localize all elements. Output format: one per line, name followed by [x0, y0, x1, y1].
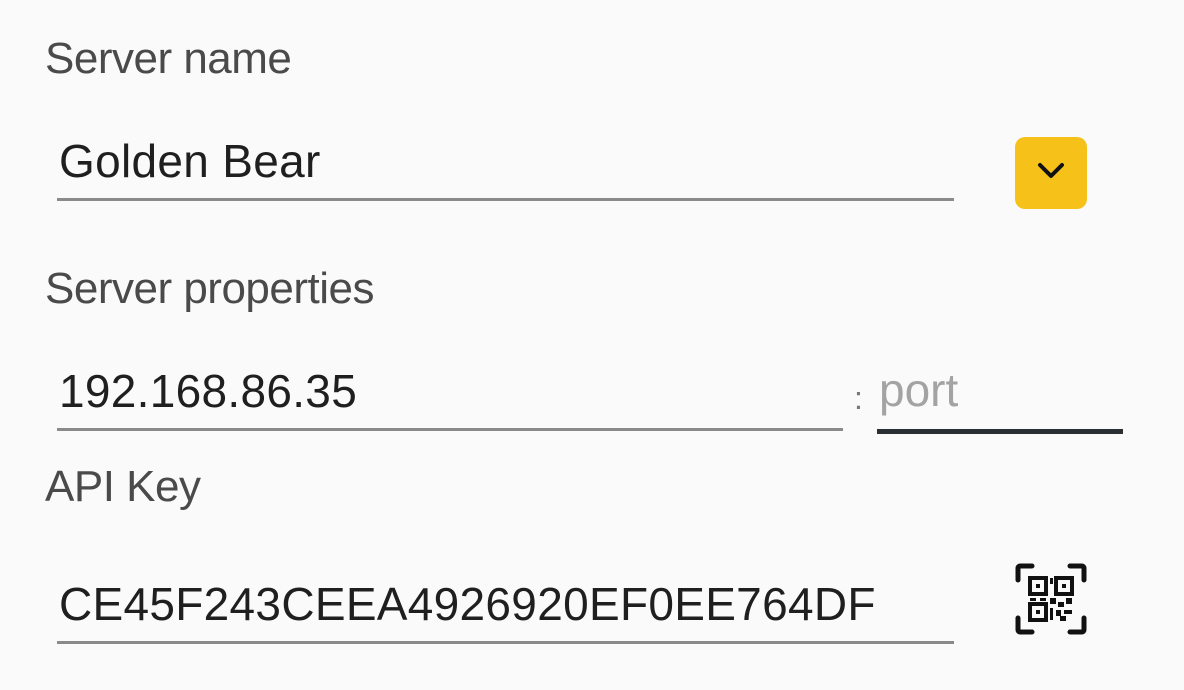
api-key-label: API Key	[45, 462, 201, 511]
api-key-field[interactable]: CE45F243CEEA4926920EF0EE764DF	[57, 560, 954, 644]
scan-qr-button[interactable]	[1012, 562, 1090, 640]
server-settings-form: Server name Golden Bear Server propertie…	[0, 0, 1184, 690]
port-field[interactable]: port	[877, 350, 1123, 434]
host-field[interactable]: 192.168.86.35	[57, 350, 843, 431]
api-key-value: CE45F243CEEA4926920EF0EE764DF	[59, 578, 876, 630]
server-name-label: Server name	[45, 34, 292, 83]
port-placeholder: port	[879, 364, 959, 416]
host-value: 192.168.86.35	[59, 365, 358, 417]
server-properties-label: Server properties	[45, 264, 374, 313]
chevron-down-icon	[1036, 161, 1066, 186]
server-dropdown-button[interactable]	[1015, 137, 1087, 209]
port-separator: :	[854, 380, 863, 416]
server-name-value: Golden Bear	[59, 135, 321, 187]
qr-code-scan-icon	[1014, 562, 1088, 641]
server-name-field[interactable]: Golden Bear	[57, 120, 954, 201]
